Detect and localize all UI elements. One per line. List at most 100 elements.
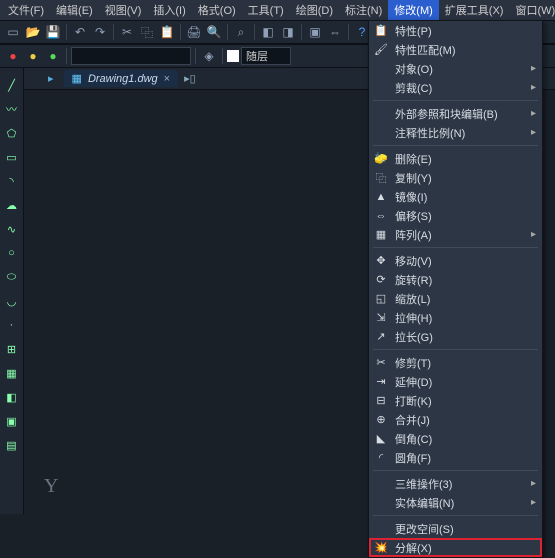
document-tab[interactable]: ▦ Drawing1.dwg × [64, 70, 179, 87]
menu-item-move[interactable]: ✥移动(V) [369, 251, 542, 270]
menu-item-label: 修剪(T) [395, 355, 536, 371]
separator [66, 48, 67, 64]
menu-item-label: 圆角(F) [395, 450, 536, 466]
layeriso-icon[interactable]: ◈ [200, 47, 218, 65]
linetype-combo[interactable] [241, 47, 291, 65]
stretch-icon: ⇲ [373, 310, 389, 326]
hatch-icon[interactable]: ▦ [5, 366, 19, 380]
menu-item-sub[interactable]: 注释性比例(N)▸ [369, 123, 542, 142]
menu-item[interactable]: 标注(N) [339, 0, 388, 20]
menu-item-match[interactable]: 🖌特性匹配(M) [369, 40, 542, 59]
menu-item-sub[interactable]: 剪裁(C)▸ [369, 78, 542, 97]
menu-item-sub[interactable]: 更改空间(S) [369, 519, 542, 538]
menu-item[interactable]: 修改(M) [388, 0, 439, 20]
menu-item-rotate[interactable]: ⟳旋转(R) [369, 270, 542, 289]
menu-item-array[interactable]: ▦阵列(A)▸ [369, 225, 542, 244]
color-icon[interactable] [227, 50, 239, 62]
menu-item[interactable]: 窗口(W) [509, 0, 555, 20]
menu-item[interactable]: 文件(F) [2, 0, 50, 20]
separator [222, 48, 223, 64]
rectangle-icon[interactable]: ▭ [5, 150, 19, 164]
submenu-arrow-icon: ▸ [531, 497, 536, 508]
misc2-icon[interactable]: ◨ [279, 23, 297, 41]
circle-icon[interactable]: ○ [5, 246, 19, 260]
blank-icon [373, 476, 389, 492]
redo-icon[interactable]: ↷ [91, 23, 109, 41]
imgframe-icon[interactable]: ▣ [306, 23, 324, 41]
arc-icon[interactable]: ◝ [5, 174, 19, 188]
menu-item-offset[interactable]: ⇔偏移(S) [369, 206, 542, 225]
misc1-icon[interactable]: ◧ [259, 23, 277, 41]
layer3-icon[interactable]: ● [44, 47, 62, 65]
new-tab-icon[interactable]: ▸▯ [184, 72, 196, 85]
polyline-icon[interactable]: 〰 [5, 102, 19, 116]
menu-item-join[interactable]: ⊕合并(J) [369, 410, 542, 429]
ellipse-icon[interactable]: ⬭ [5, 270, 19, 284]
spline-icon[interactable]: ∿ [5, 222, 19, 236]
table-icon[interactable]: ▤ [5, 438, 19, 452]
find-icon[interactable]: ⌕ [232, 23, 250, 41]
explode-icon: 💥 [373, 540, 389, 556]
submenu-arrow-icon: ▸ [531, 63, 536, 74]
menu-item-label: 实体编辑(N) [395, 495, 525, 511]
menu-item-sub[interactable]: 对象(O)▸ [369, 59, 542, 78]
layer1-icon[interactable]: ● [4, 47, 22, 65]
polygon-icon[interactable]: ⬠ [5, 126, 19, 140]
layer2-icon[interactable]: ● [24, 47, 42, 65]
join-icon: ⊕ [373, 412, 389, 428]
open-icon[interactable]: 📂 [24, 23, 42, 41]
preview-icon[interactable]: 🔍 [205, 23, 223, 41]
ellipsearc-icon[interactable]: ◡ [5, 294, 19, 308]
menu-item-break[interactable]: ⊟打断(K) [369, 391, 542, 410]
menu-item[interactable]: 编辑(E) [50, 0, 99, 20]
trim-icon: ✂ [373, 355, 389, 371]
modify-menu: 📋特性(P)🖌特性匹配(M)对象(O)▸剪裁(C)▸外部参照和块编辑(B)▸注释… [368, 20, 543, 558]
menu-item-erase[interactable]: 🧽删除(E) [369, 149, 542, 168]
cut-icon[interactable]: ✂ [118, 23, 136, 41]
paste-icon[interactable]: 📋 [158, 23, 176, 41]
scale-icon: ◱ [373, 291, 389, 307]
new-icon[interactable]: ▭ [4, 23, 22, 41]
menu-item-sub[interactable]: 外部参照和块编辑(B)▸ [369, 104, 542, 123]
menu-item-trim[interactable]: ✂ 修剪(T) [369, 353, 542, 372]
menu-item-label: 移动(V) [395, 253, 536, 269]
region-icon[interactable]: ▣ [5, 414, 19, 428]
offset-icon: ⇔ [373, 208, 389, 224]
line-icon[interactable]: ╱ [5, 78, 19, 92]
block-icon[interactable]: ⊞ [5, 342, 19, 356]
revcloud-icon[interactable]: ☁ [5, 198, 19, 212]
menu-item[interactable]: 视图(V) [99, 0, 148, 20]
menu-item[interactable]: 格式(O) [192, 0, 242, 20]
menu-item-props[interactable]: 📋特性(P) [369, 21, 542, 40]
close-icon[interactable]: × [164, 73, 170, 85]
menu-item-explode[interactable]: 💥分解(X) [369, 538, 542, 557]
menu-item-label: 外部参照和块编辑(B) [395, 106, 525, 122]
menu-item-scale[interactable]: ◱缩放(L) [369, 289, 542, 308]
menu-item-sub[interactable]: 实体编辑(N) ▸ [369, 493, 542, 512]
qdim-icon[interactable]: ⇔ [326, 23, 344, 41]
print-icon[interactable]: 🖨 [185, 23, 203, 41]
menu-item-chamfer[interactable]: ◣倒角(C) [369, 429, 542, 448]
menu-item[interactable]: 绘图(D) [290, 0, 339, 20]
menu-item-sub[interactable]: 三维操作(3)▸ [369, 474, 542, 493]
copy-icon[interactable]: ⿻ [138, 23, 156, 41]
draw-toolbar: ╱ 〰 ⬠ ▭ ◝ ☁ ∿ ○ ⬭ ◡ · ⊞ ▦ ◧ ▣ ▤ [0, 68, 24, 514]
menu-item-stretch[interactable]: ⇲拉伸(H) [369, 308, 542, 327]
gradient-icon[interactable]: ◧ [5, 390, 19, 404]
menu-item-lengthen[interactable]: ↗拉长(G) [369, 327, 542, 346]
layer-combo[interactable] [71, 47, 191, 65]
menu-item-copy[interactable]: ⿻复制(Y) [369, 168, 542, 187]
menu-item-label: 复制(Y) [395, 170, 536, 186]
tab-arrow-icon[interactable]: ▸ [48, 72, 54, 85]
menu-item-mirror[interactable]: ▲镜像(I) [369, 187, 542, 206]
menu-item-fillet[interactable]: ◜圆角(F) [369, 448, 542, 467]
menu-item-extend[interactable]: ⇥延伸(D) [369, 372, 542, 391]
save-icon[interactable]: 💾 [44, 23, 62, 41]
menu-item[interactable]: 插入(I) [147, 0, 191, 20]
point-icon[interactable]: · [5, 318, 19, 332]
menu-item-label: 剪裁(C) [395, 80, 525, 96]
blank-icon [373, 521, 389, 537]
menu-item[interactable]: 工具(T) [242, 0, 290, 20]
undo-icon[interactable]: ↶ [71, 23, 89, 41]
menu-item[interactable]: 扩展工具(X) [439, 0, 510, 20]
